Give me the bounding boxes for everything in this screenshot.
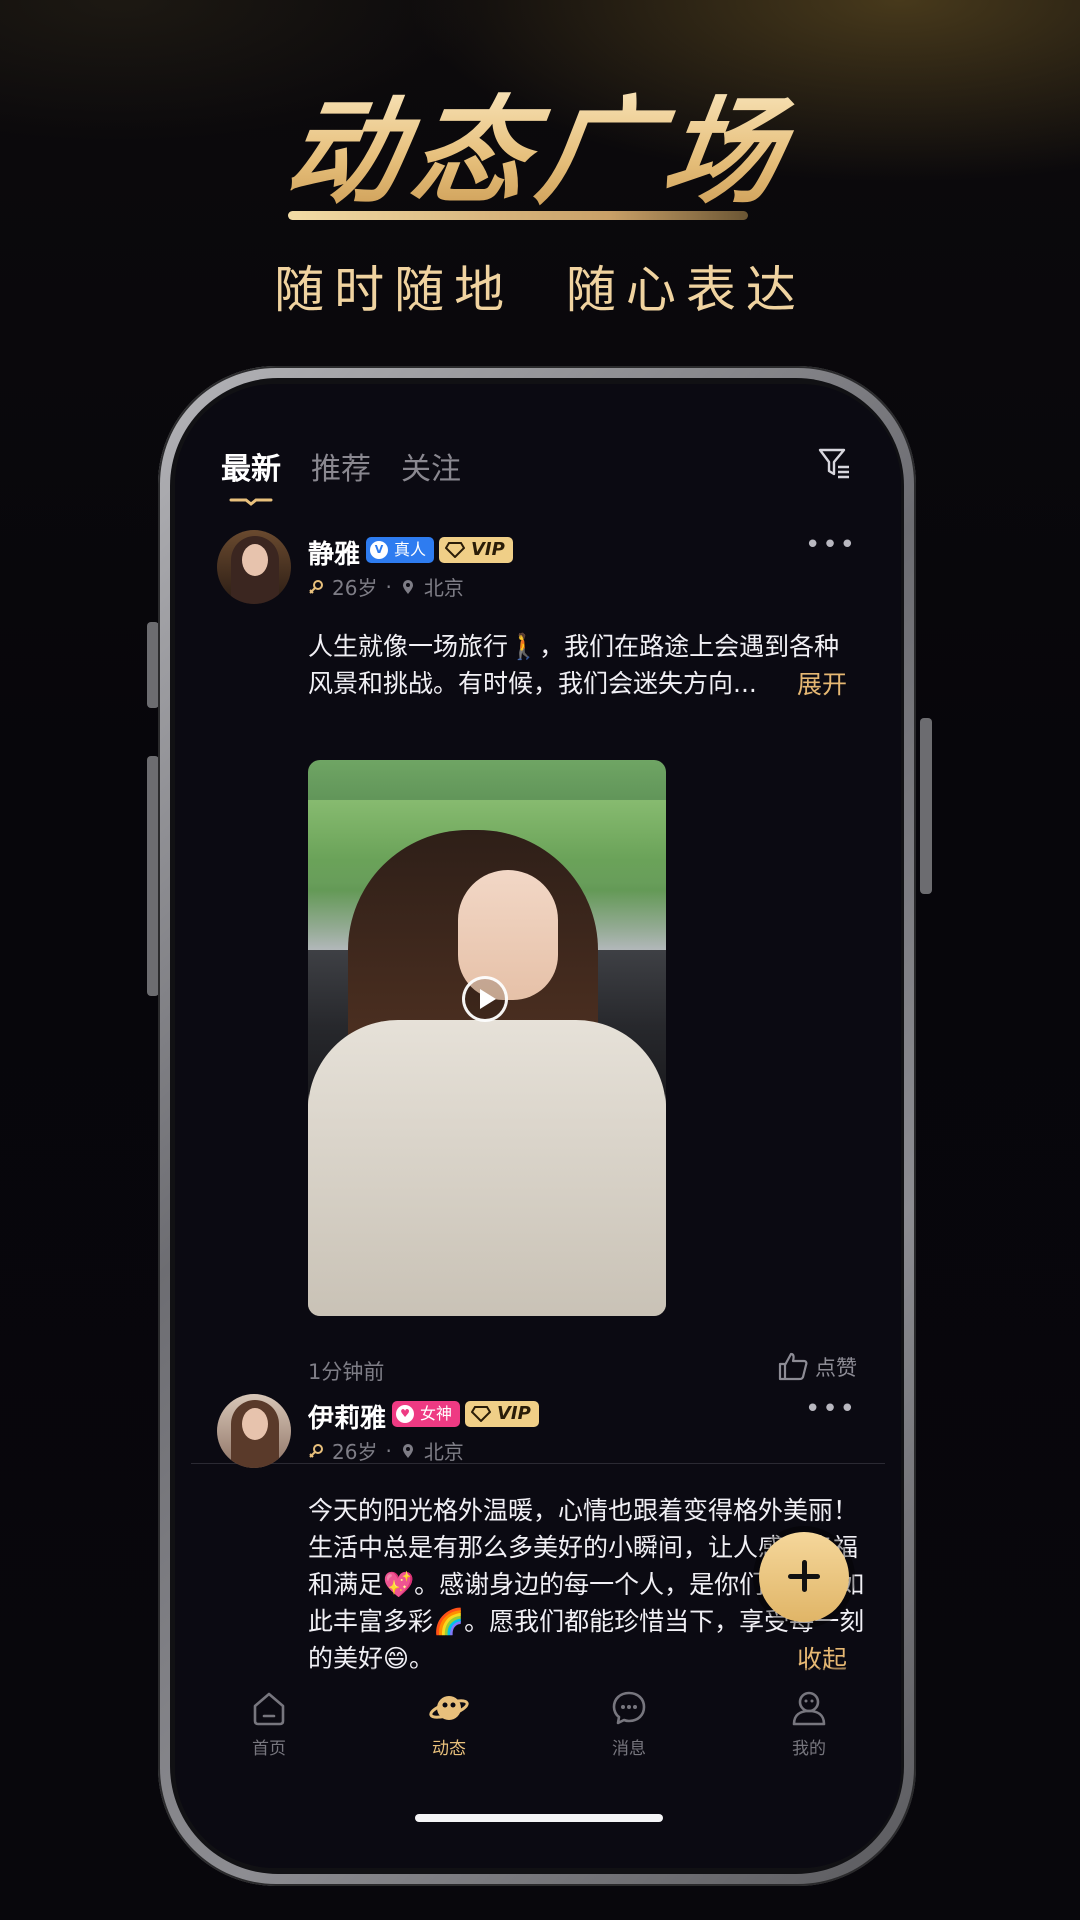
nav-item-home[interactable]: 首页	[209, 1688, 329, 1759]
vip-badge: VIP	[439, 537, 513, 563]
post-video-thumbnail[interactable]	[308, 760, 666, 1316]
promo-stage: 动态广场 随时随地 随心表达 最新 推荐 关注 静雅 V 真人 VIP ••• …	[0, 0, 1080, 1920]
vip-badge-label: VIP	[471, 539, 505, 560]
post-time: 1分钟前	[308, 1360, 385, 1384]
expand-link[interactable]: 展开	[797, 665, 847, 701]
promo-subtitle: 随时随地 随心表达	[274, 261, 806, 319]
more-options-icon[interactable]: •••	[805, 530, 857, 560]
goddess-badge-label: 女神	[420, 1404, 453, 1423]
nav-item-profile[interactable]: 我的	[749, 1688, 869, 1759]
post-age: 26岁	[332, 1440, 378, 1464]
female-icon	[309, 1443, 323, 1458]
meta-separator: ·	[385, 574, 392, 599]
home-indicator[interactable]	[415, 1814, 663, 1822]
heart-icon: ♥	[396, 1405, 414, 1423]
filter-icon[interactable]	[817, 446, 851, 480]
plus-icon-vertical	[802, 1560, 807, 1592]
post-meta: 26岁 · 北京	[308, 572, 464, 601]
nav-item-messages[interactable]: 消息	[569, 1688, 689, 1759]
post-city: 北京	[423, 576, 464, 600]
like-label: 点赞	[815, 1356, 857, 1380]
home-icon	[253, 1692, 285, 1726]
nav-item-moments[interactable]: 动态	[389, 1688, 509, 1759]
post-meta: 26岁 · 北京	[308, 1436, 464, 1465]
feed-tabs: 最新 推荐 关注	[221, 444, 461, 506]
post-divider	[191, 1463, 885, 1464]
nav-label-messages: 消息	[612, 1739, 646, 1759]
more-options-icon[interactable]: •••	[805, 1394, 857, 1424]
verified-badge: V 真人	[366, 537, 435, 563]
tab-indicator-icon	[229, 498, 273, 506]
location-icon	[402, 1443, 413, 1458]
planet-icon	[429, 1696, 469, 1720]
phone-side-button	[920, 718, 932, 894]
post-text: 人生就像一场旅行🚶，我们在路途上会遇到各种风景和挑战。有时候，我们会迷失方向..…	[308, 632, 840, 698]
goddess-badge: ♥ 女神	[392, 1401, 461, 1427]
like-button[interactable]: 点赞	[777, 1350, 857, 1382]
promo-title: 动态广场	[0, 58, 1080, 226]
video-subject-body	[308, 1020, 666, 1316]
vip-badge: VIP	[465, 1401, 539, 1427]
meta-separator: ·	[385, 1438, 392, 1463]
nav-label-moments: 动态	[432, 1739, 466, 1759]
create-post-button[interactable]	[759, 1532, 849, 1622]
tab-recommend[interactable]: 推荐	[311, 444, 371, 488]
vip-badge-label: VIP	[497, 1403, 531, 1424]
thumbs-up-icon	[778, 1352, 808, 1381]
verified-icon: V	[370, 541, 388, 559]
verified-badge-label: 真人	[394, 540, 427, 559]
tab-latest[interactable]: 最新	[221, 444, 281, 506]
nav-label-profile: 我的	[792, 1739, 826, 1759]
tab-follow[interactable]: 关注	[401, 444, 461, 488]
tab-latest-label: 最新	[221, 452, 281, 487]
diamond-icon	[471, 1406, 491, 1422]
profile-icon	[792, 1691, 826, 1726]
play-icon[interactable]	[462, 976, 508, 1022]
message-icon	[612, 1691, 646, 1725]
post-username[interactable]: 伊莉雅	[308, 1398, 386, 1435]
avatar[interactable]	[217, 530, 291, 604]
avatar[interactable]	[217, 1394, 291, 1468]
post-username[interactable]: 静雅	[308, 534, 360, 571]
avatar-face	[242, 544, 268, 576]
nav-label-home: 首页	[252, 1739, 286, 1759]
avatar-face	[242, 1408, 268, 1440]
promo-underline	[288, 211, 748, 220]
post-city: 北京	[423, 1440, 464, 1464]
female-icon	[309, 579, 323, 594]
app-screen: 最新 推荐 关注 静雅 V 真人 VIP ••• 26岁 · 北京 人生就像一场…	[175, 384, 901, 1868]
post-age: 26岁	[332, 576, 378, 600]
location-icon	[402, 579, 413, 594]
bottom-nav: 首页 动态 消息 我的	[175, 1668, 901, 1868]
diamond-icon	[445, 542, 465, 558]
